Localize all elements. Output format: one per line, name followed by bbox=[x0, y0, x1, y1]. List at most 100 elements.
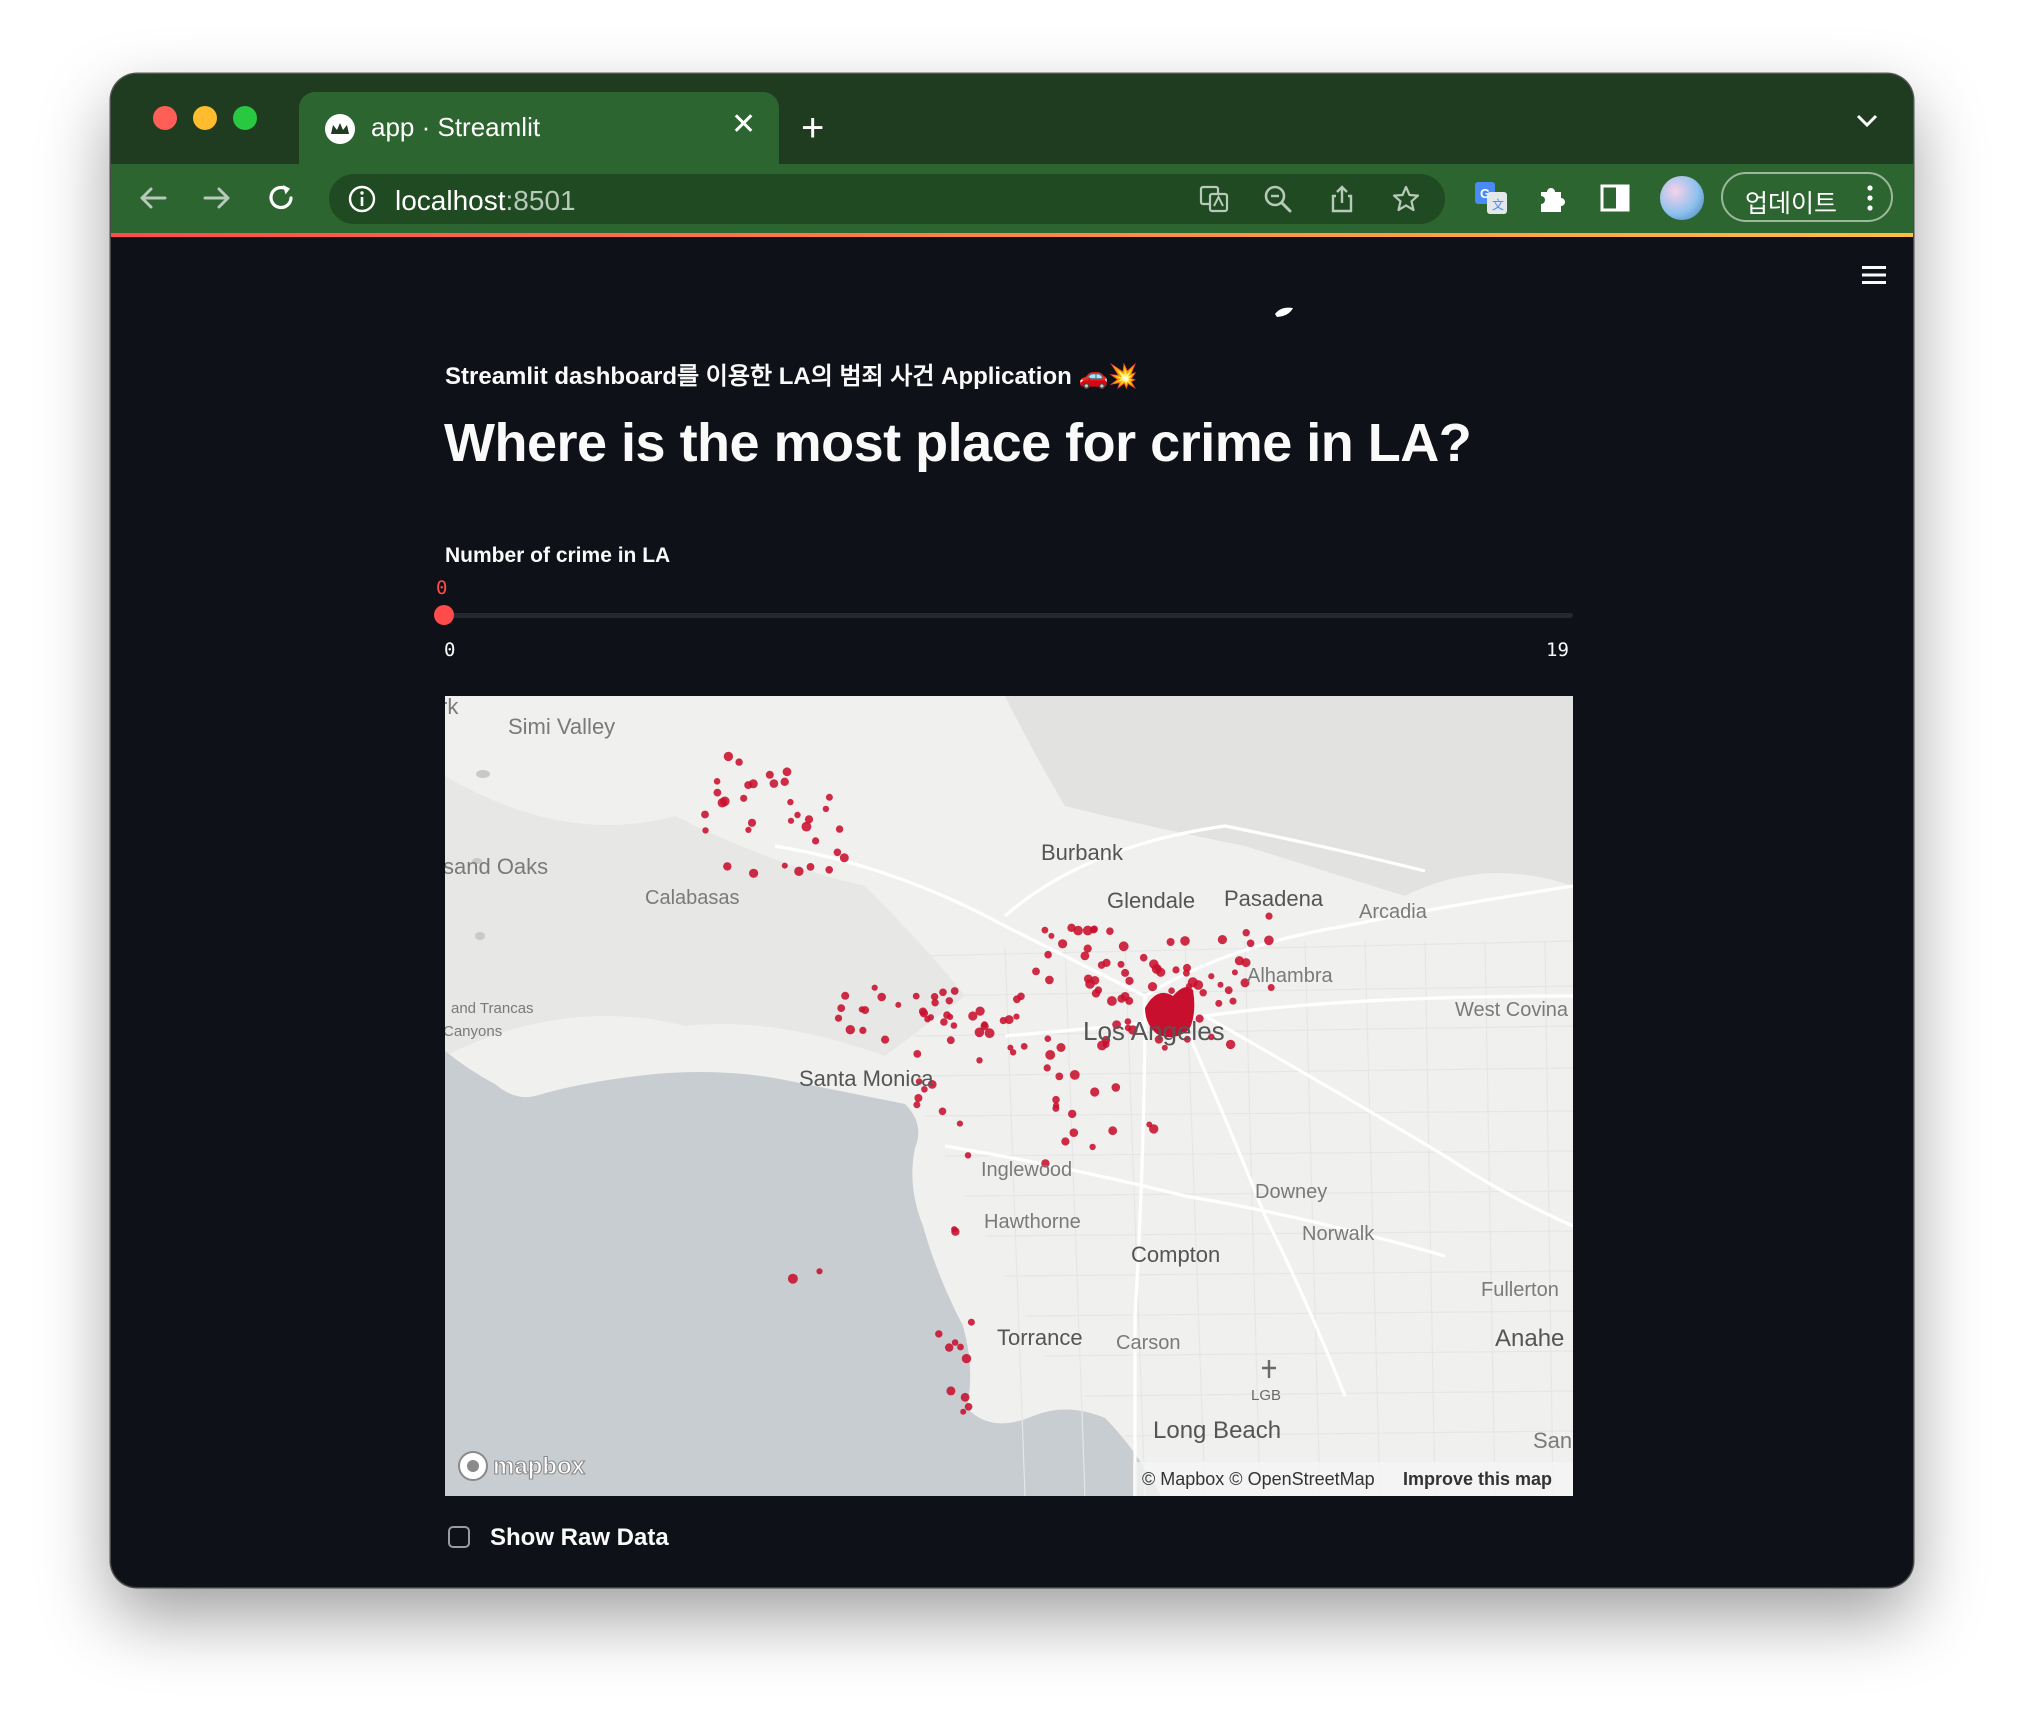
crime-point bbox=[1242, 929, 1250, 937]
zoom-icon[interactable] bbox=[1263, 184, 1293, 214]
bookmark-star-icon[interactable] bbox=[1391, 184, 1421, 214]
tab-strip: app · Streamlit ✕ + bbox=[111, 74, 1913, 164]
show-raw-data-checkbox[interactable] bbox=[448, 1526, 470, 1548]
crime-point bbox=[1166, 938, 1175, 946]
reload-icon[interactable] bbox=[263, 180, 299, 216]
forward-arrow-icon[interactable] bbox=[199, 180, 235, 216]
extensions-puzzle-icon[interactable] bbox=[1535, 180, 1571, 216]
crime-point bbox=[1217, 981, 1224, 988]
tab-search-chevron-icon[interactable] bbox=[1856, 114, 1878, 133]
tab-close-icon[interactable]: ✕ bbox=[731, 110, 756, 140]
place-label: West Covina bbox=[1455, 999, 1569, 1021]
crime-point bbox=[1089, 1143, 1096, 1151]
crime-point bbox=[881, 1035, 890, 1044]
maximize-window-button[interactable] bbox=[233, 106, 257, 130]
crime-point bbox=[859, 1026, 867, 1034]
crime-point bbox=[1083, 974, 1093, 984]
mapbox-logo-text: mapbox bbox=[493, 1453, 586, 1480]
crime-point bbox=[1225, 1039, 1236, 1050]
crime-point bbox=[713, 788, 722, 797]
crime-point bbox=[938, 1107, 947, 1116]
tab-app[interactable]: app · Streamlit ✕ bbox=[299, 92, 779, 164]
crime-point bbox=[723, 751, 734, 762]
slider-track[interactable] bbox=[445, 613, 1573, 618]
crime-point bbox=[1180, 936, 1190, 946]
crime-point bbox=[1032, 967, 1040, 976]
crime-point bbox=[1125, 976, 1134, 985]
profile-avatar[interactable] bbox=[1660, 176, 1704, 220]
crime-point bbox=[1120, 992, 1130, 1001]
crime-point bbox=[1215, 999, 1223, 1007]
crime-point bbox=[1224, 986, 1233, 995]
app-subtitle: Streamlit dashboard를 이용한 LA의 범죄 사건 Appli… bbox=[445, 363, 1139, 390]
address-bar[interactable]: localhost:8501 bbox=[329, 174, 1445, 224]
place-label: Inglewood bbox=[981, 1159, 1072, 1181]
crime-point bbox=[1199, 989, 1207, 997]
crime-point bbox=[1265, 912, 1273, 920]
crime-point bbox=[1121, 968, 1130, 977]
crime-point bbox=[1068, 1109, 1077, 1119]
crime-point bbox=[1229, 997, 1237, 1005]
close-window-button[interactable] bbox=[153, 106, 177, 130]
crime-point bbox=[1217, 935, 1227, 945]
place-label: Simi Valley bbox=[508, 714, 615, 739]
crime-point bbox=[1208, 973, 1215, 980]
side-panel-icon[interactable] bbox=[1597, 180, 1633, 216]
url-text[interactable]: localhost:8501 bbox=[395, 185, 576, 217]
more-menu-icon bbox=[1867, 185, 1873, 211]
back-arrow-icon[interactable] bbox=[135, 180, 171, 216]
browser-window: app · Streamlit ✕ + localhost:8501 G 文 업… bbox=[111, 74, 1913, 1587]
mapbox-logo-icon[interactable]: mapbox bbox=[458, 1451, 586, 1481]
place-label: and Trancas bbox=[451, 1000, 534, 1017]
crime-point bbox=[1097, 961, 1106, 969]
crime-point bbox=[1013, 1013, 1020, 1020]
hamburger-menu-icon[interactable] bbox=[1861, 264, 1887, 286]
crime-point bbox=[1061, 1137, 1070, 1146]
crime-point bbox=[1053, 1102, 1060, 1109]
crime-point bbox=[1082, 925, 1093, 936]
crime-point bbox=[1172, 966, 1180, 974]
streamlit-decoration-bar bbox=[111, 233, 1913, 237]
place-label: San bbox=[1533, 1428, 1572, 1453]
map-attribution[interactable]: © Mapbox © OpenStreetMap bbox=[1142, 1469, 1375, 1489]
new-tab-button[interactable]: + bbox=[801, 108, 824, 148]
slider-thumb[interactable] bbox=[434, 605, 454, 625]
svg-text:文: 文 bbox=[1492, 197, 1504, 212]
crime-point bbox=[835, 825, 844, 833]
place-label: Fullerton bbox=[1481, 1279, 1559, 1301]
crime-point bbox=[1168, 987, 1175, 994]
minimize-window-button[interactable] bbox=[193, 106, 217, 130]
crime-point bbox=[1246, 939, 1255, 948]
share-icon[interactable] bbox=[1327, 184, 1357, 214]
crime-point bbox=[744, 781, 753, 790]
crime-point bbox=[1056, 1043, 1066, 1052]
crime-point bbox=[825, 793, 833, 801]
crime-point bbox=[912, 992, 920, 1000]
airport-label: LGB bbox=[1251, 1387, 1281, 1404]
crime-point bbox=[787, 798, 794, 806]
crime-point bbox=[1009, 1049, 1017, 1056]
crime-point bbox=[956, 1120, 963, 1127]
crime-point bbox=[747, 818, 757, 827]
improve-map-link[interactable]: Improve this map bbox=[1403, 1469, 1552, 1489]
crime-point bbox=[834, 1014, 843, 1022]
crime-point bbox=[957, 1343, 964, 1351]
crime-map[interactable]: rk Simi Valley sand Oaks Calabasas Burba… bbox=[445, 696, 1573, 1496]
crime-point bbox=[825, 866, 833, 874]
slider-min-label: 0 bbox=[444, 639, 456, 661]
update-button[interactable]: 업데이트 bbox=[1721, 172, 1893, 222]
crime-point bbox=[1069, 1128, 1079, 1137]
place-label: Anahe bbox=[1495, 1325, 1564, 1352]
crime-point bbox=[782, 767, 792, 777]
crime-point bbox=[976, 1057, 983, 1064]
crime-point bbox=[964, 1403, 973, 1411]
site-info-icon[interactable] bbox=[347, 184, 377, 214]
streamlit-favicon-icon bbox=[325, 114, 355, 144]
google-translate-extension-icon[interactable]: G文 bbox=[1473, 180, 1509, 216]
crime-point bbox=[1146, 1121, 1153, 1128]
crime-point bbox=[927, 1014, 934, 1021]
crime-point bbox=[1083, 944, 1092, 953]
place-label: Torrance bbox=[997, 1325, 1083, 1350]
translate-page-icon[interactable] bbox=[1199, 184, 1229, 214]
place-label: Norwalk bbox=[1302, 1223, 1375, 1245]
